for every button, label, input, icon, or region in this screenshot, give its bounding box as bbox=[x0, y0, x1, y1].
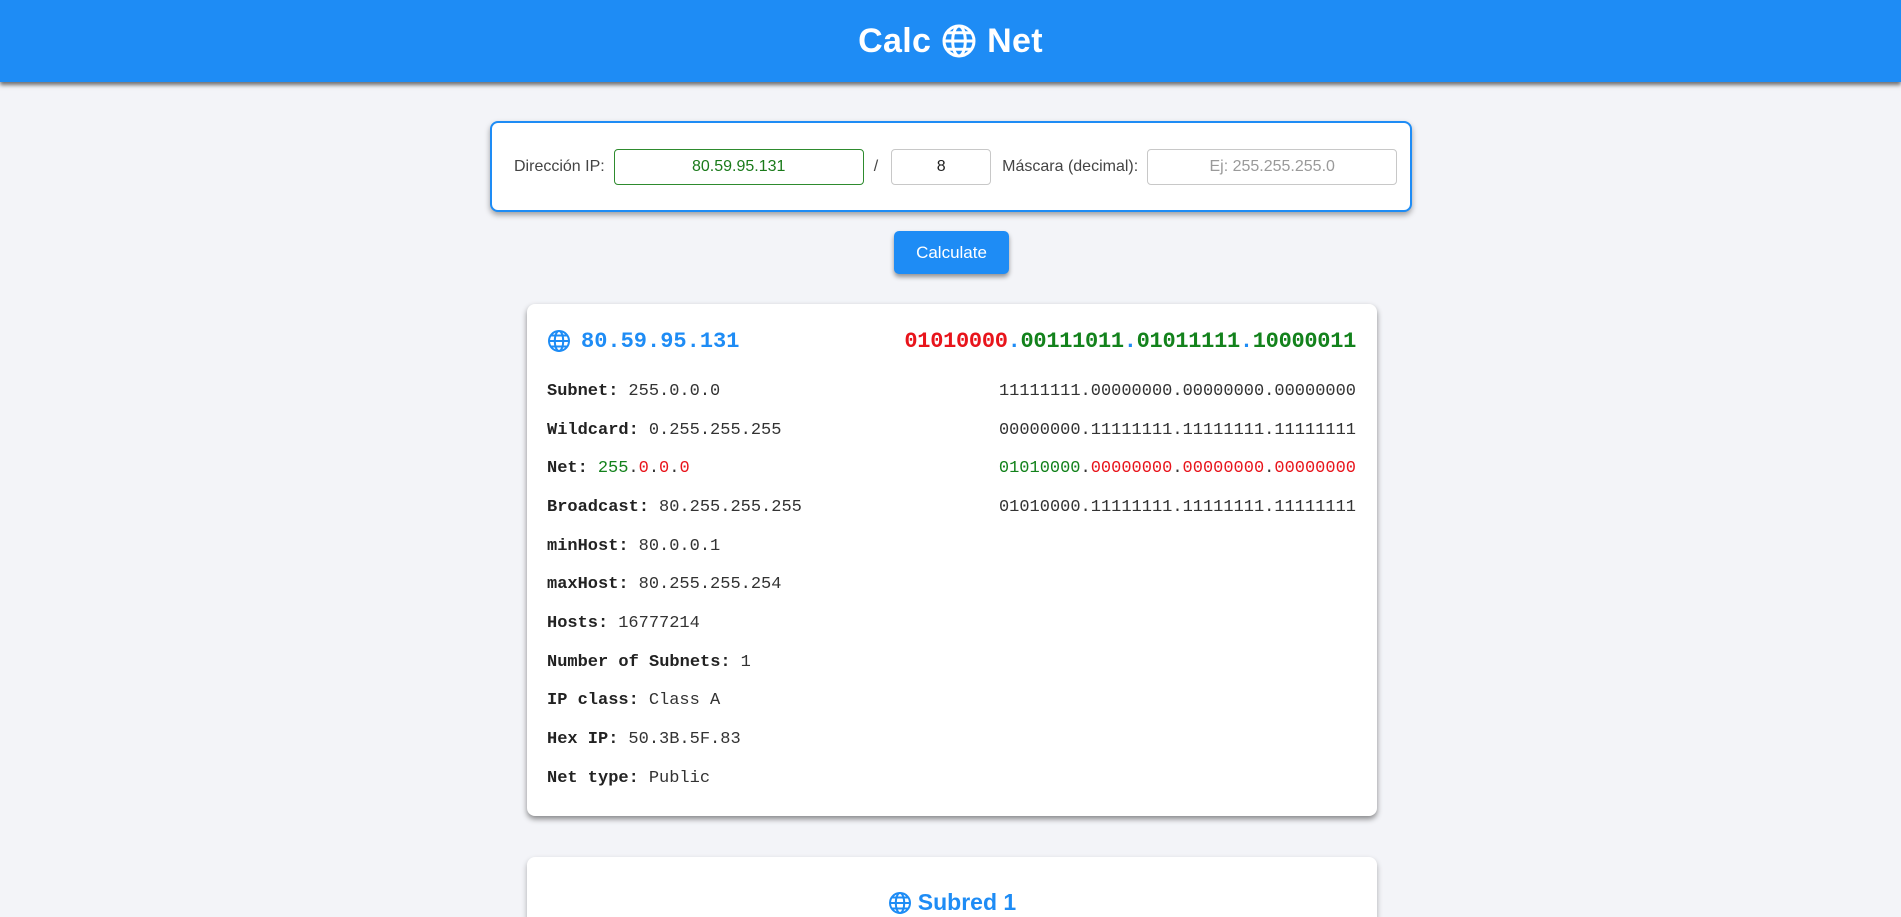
result-ip-binary: 01010000.00111011.01011111.10000011 bbox=[904, 329, 1356, 354]
row-hex-ip: Hex IP: 50.3B.5F.83 bbox=[547, 720, 967, 759]
row-label: Net type: bbox=[547, 768, 639, 788]
row-wildcard: Wildcard: 0.255.255.255 bbox=[547, 411, 967, 450]
net-dot: . bbox=[628, 459, 639, 479]
row-value: 50.3B.5F.83 bbox=[628, 730, 741, 750]
top-bar: Calc Net bbox=[0, 0, 1901, 82]
binary-octet-2: 00111011 bbox=[1020, 328, 1125, 354]
row-min-host: minHost: 80.0.0.1 bbox=[547, 527, 967, 566]
row-number-of-subnets: Number of Subnets: 1 bbox=[547, 643, 967, 682]
binary-net-octet-1: 01010000 bbox=[998, 459, 1081, 479]
binary-net-octet-4: 00000000 bbox=[1274, 459, 1356, 479]
row-label: maxHost: bbox=[547, 575, 629, 595]
ip-label: Dirección IP: bbox=[514, 157, 605, 175]
binary-subnet: 11111111.00000000.00000000.00000000 bbox=[998, 381, 1356, 401]
mask-decimal-input[interactable] bbox=[1147, 148, 1398, 185]
row-value: 80.255.255.255 bbox=[659, 497, 802, 517]
binary-net-octet-2: 00000000 bbox=[1090, 459, 1173, 479]
row-value: 16777214 bbox=[618, 613, 700, 633]
binary-octet-3: 01011111 bbox=[1136, 328, 1241, 354]
row-hosts: Hosts: 16777214 bbox=[547, 604, 967, 643]
row-net: Net: 255.0.0.0 bbox=[547, 449, 967, 488]
row-label: Net: bbox=[547, 459, 588, 479]
result-card: 80.59.95.131 01010000.00111011.01011111.… bbox=[527, 304, 1377, 816]
binary-rows: 11111111.00000000.00000000.00000000 0000… bbox=[999, 372, 1356, 527]
row-subnet: Subnet: 255.0.0.0 bbox=[547, 372, 967, 411]
row-label: Hosts: bbox=[547, 613, 609, 633]
brand-text-right: Net bbox=[987, 21, 1043, 60]
net-octet-1: 255 bbox=[597, 459, 629, 479]
binary-net: 01010000. 00000000. 00000000. 00000000 bbox=[999, 449, 1356, 488]
net-octet-2: 0 bbox=[638, 459, 649, 479]
row-label: Broadcast: bbox=[547, 497, 650, 517]
result-ip: 80.59.95.131 bbox=[547, 329, 739, 354]
ip-address-input[interactable] bbox=[613, 148, 864, 185]
row-label: Wildcard: bbox=[547, 420, 639, 440]
subnet-card: Subred 1 bbox=[527, 857, 1377, 917]
row-value: 80.255.255.254 bbox=[638, 575, 782, 595]
brand-text-left: Calc bbox=[858, 21, 932, 60]
globe-icon bbox=[548, 330, 570, 352]
row-value: Class A bbox=[648, 691, 721, 711]
slash-separator: / bbox=[873, 157, 879, 175]
net-octet-4: 0 bbox=[679, 459, 690, 479]
row-max-host: maxHost: 80.255.255.254 bbox=[547, 565, 967, 604]
binary-dot: . bbox=[1172, 459, 1183, 479]
subnet-title-text: Subred 1 bbox=[917, 889, 1017, 915]
mask-label: Máscara (decimal): bbox=[1002, 157, 1139, 175]
prefix-length-input[interactable] bbox=[891, 148, 992, 185]
binary-net-octet-3: 00000000 bbox=[1182, 459, 1265, 479]
row-value: 0.255.255.255 bbox=[648, 420, 782, 440]
app-brand: Calc Net bbox=[858, 22, 1043, 61]
globe-icon bbox=[942, 24, 976, 58]
binary-dot: . bbox=[1264, 459, 1275, 479]
row-net-type: Net type: Public bbox=[547, 759, 967, 798]
ip-form: Dirección IP: / Máscara (decimal): bbox=[490, 121, 1412, 212]
binary-octet-4: 10000011 bbox=[1252, 328, 1357, 354]
row-label: Hex IP: bbox=[547, 730, 619, 750]
subnet-title: Subred 1 bbox=[527, 889, 1377, 916]
binary-dot: . bbox=[1080, 459, 1091, 479]
net-octet-3: 0 bbox=[659, 459, 670, 479]
row-value: 80.0.0.1 bbox=[638, 536, 721, 556]
row-label: minHost: bbox=[547, 536, 629, 556]
row-value: 255.0.0.0 bbox=[628, 381, 721, 401]
binary-wildcard: 00000000.11111111.11111111.11111111 bbox=[998, 420, 1356, 440]
row-label: Subnet: bbox=[547, 381, 619, 401]
binary-dot: . bbox=[1123, 328, 1137, 354]
net-dot: . bbox=[669, 459, 680, 479]
binary-dot: . bbox=[1007, 328, 1021, 354]
row-value: 1 bbox=[740, 652, 751, 672]
globe-icon bbox=[888, 891, 911, 914]
row-broadcast: Broadcast: 80.255.255.255 bbox=[547, 488, 967, 527]
net-dot: . bbox=[648, 459, 660, 479]
row-ip-class: IP class: Class A bbox=[547, 682, 967, 721]
row-label: Number of Subnets: bbox=[547, 652, 731, 672]
binary-octet-1: 01010000 bbox=[904, 328, 1008, 354]
result-rows: Subnet: 255.0.0.0 Wildcard: 0.255.255.255 … bbox=[547, 372, 967, 798]
row-label: IP class: bbox=[547, 691, 639, 711]
calculate-button[interactable]: Calculate bbox=[894, 231, 1009, 274]
result-ip-text: 80.59.95.131 bbox=[581, 328, 740, 354]
binary-dot: . bbox=[1239, 328, 1253, 354]
row-value: Public bbox=[648, 768, 711, 788]
row-value: 255.0.0.0 bbox=[598, 459, 690, 478]
binary-broadcast: 01010000.11111111.11111111.11111111 bbox=[998, 497, 1356, 517]
result-header: 80.59.95.131 01010000.00111011.01011111.… bbox=[547, 326, 1356, 356]
